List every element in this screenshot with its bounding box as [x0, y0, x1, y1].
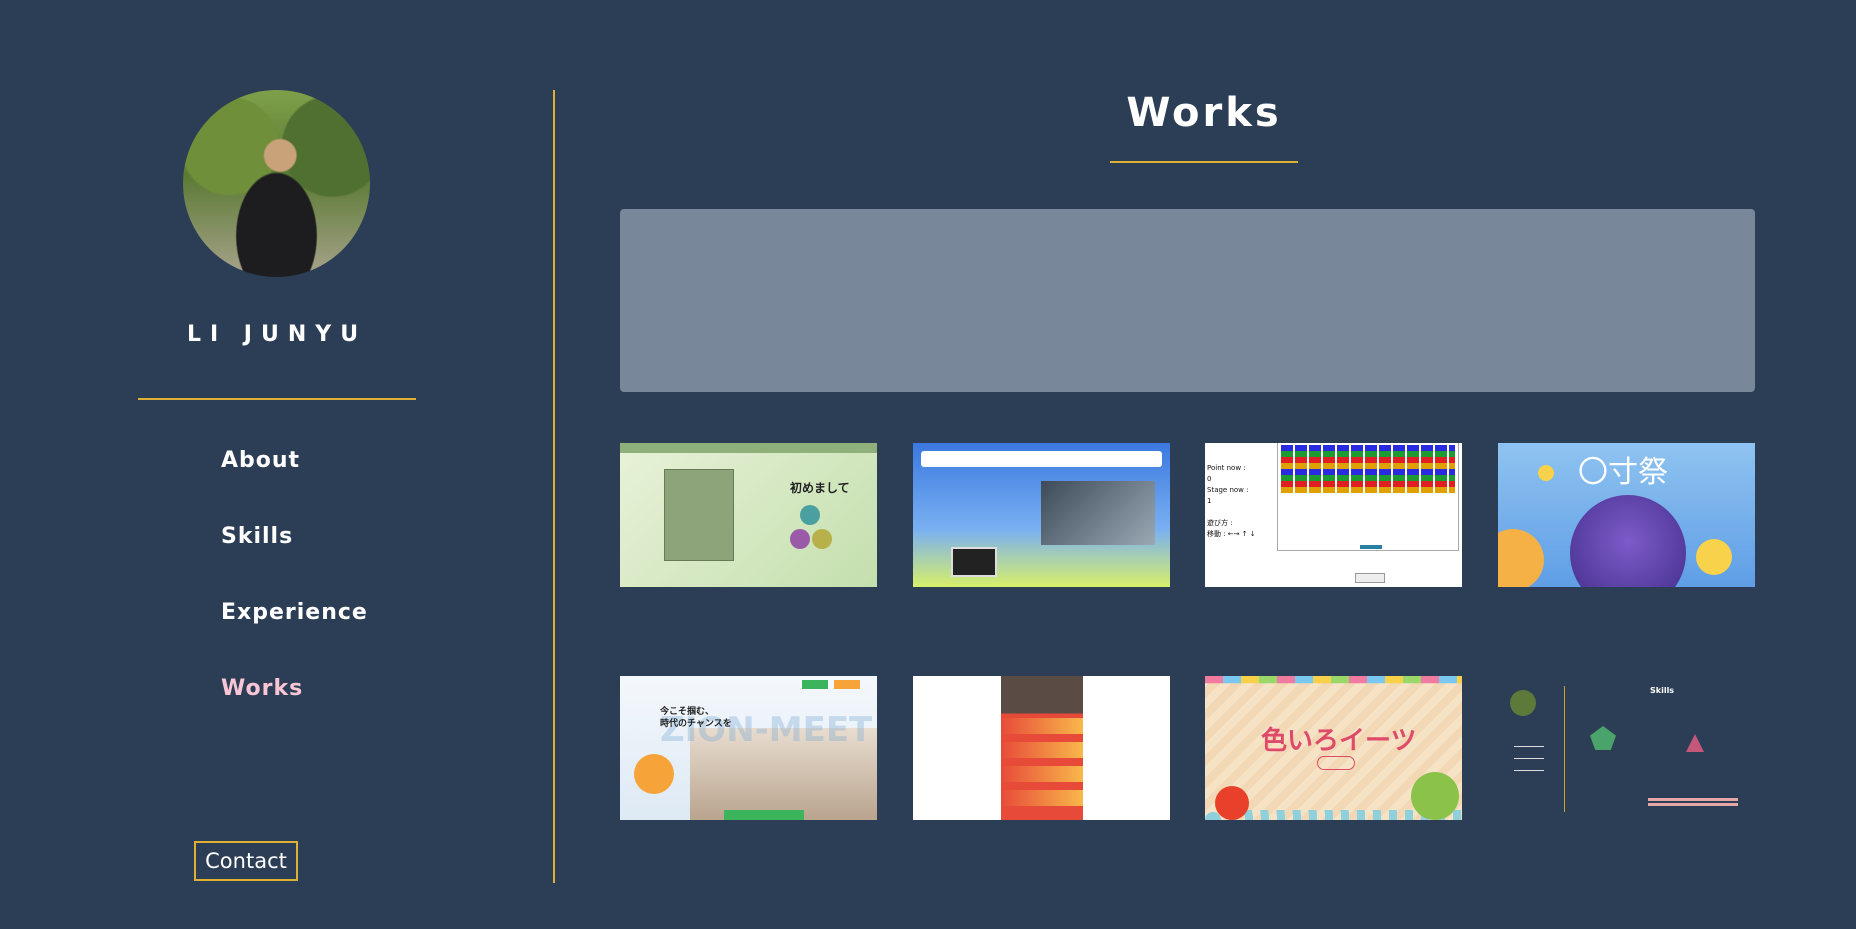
work-thumbnail-7[interactable]: 色いろイーツ	[1205, 676, 1462, 820]
mini-divider	[1564, 686, 1565, 812]
menu-stripe	[1001, 718, 1083, 734]
badge-circle	[634, 754, 674, 794]
circle-icon	[800, 505, 820, 525]
thumb-caption: 今こそ掴む、 時代のチャンスを	[660, 707, 732, 729]
sidebar-nav: About Skills Experience Works	[221, 448, 368, 752]
circle-icon	[790, 529, 810, 549]
nav-item-skills[interactable]: Skills	[221, 524, 368, 600]
game-start-button	[1355, 573, 1385, 583]
work-thumbnail-8[interactable]: Skills	[1498, 676, 1755, 820]
work-thumbnail-2[interactable]	[913, 443, 1170, 587]
thumb-header-bar	[620, 443, 877, 453]
game-bricks	[1281, 445, 1455, 493]
title-underline	[1110, 161, 1298, 163]
thumb-caption: 色いろイーツ	[1261, 726, 1417, 756]
thumb-header-bar	[921, 451, 1162, 467]
avatar	[1510, 690, 1536, 716]
thumb-caption: 初めまして	[790, 481, 850, 495]
planet-icon	[1538, 465, 1554, 481]
mini-nav	[1514, 746, 1544, 780]
skill-bars	[1648, 798, 1738, 806]
page-title: Works	[1126, 90, 1282, 136]
radar-chart-icon	[1590, 726, 1616, 750]
bunting-flags	[1205, 676, 1462, 684]
work-thumbnail-1[interactable]: 初めまして	[620, 443, 877, 587]
radar-chart-icon	[1686, 734, 1704, 752]
cabbage-icon	[1411, 772, 1459, 820]
start-button	[1317, 756, 1355, 770]
profile-name: LI JUNYU	[186, 322, 368, 347]
header-button	[802, 680, 828, 689]
tomato-icon	[1215, 786, 1249, 820]
name-divider	[138, 398, 416, 400]
thumb-caption: Skills	[1650, 686, 1675, 695]
work-thumbnail-5[interactable]: ZION-MEET 今こそ掴む、 時代のチャンスを	[620, 676, 877, 820]
sidebar-divider	[553, 90, 555, 883]
game-paddle	[1360, 545, 1382, 549]
profile-avatar	[183, 90, 370, 277]
thumb-caption: 〇寸祭	[1578, 455, 1668, 490]
meeting-photo	[1041, 481, 1155, 545]
profile-card-image	[664, 469, 734, 561]
work-thumbnail-3[interactable]: Point now : 0 Stage now : 1 遊び方 : 移動 : ←…	[1205, 443, 1462, 587]
menu-stripe	[1001, 766, 1083, 782]
cta-bar	[724, 810, 804, 820]
work-thumbnail-6[interactable]	[913, 676, 1170, 820]
sidebar: LI JUNYU About Skills Experience Works C…	[0, 0, 554, 929]
planet-icon	[1696, 539, 1732, 575]
planet-icon	[1570, 495, 1686, 587]
nav-item-works[interactable]: Works	[221, 676, 368, 752]
menu-stripe	[1001, 742, 1083, 758]
works-banner	[620, 209, 1755, 392]
nav-item-experience[interactable]: Experience	[221, 600, 368, 676]
work-thumbnail-4[interactable]: 〇寸祭	[1498, 443, 1755, 587]
header-button	[834, 680, 860, 689]
menu-stripe	[1001, 790, 1083, 806]
contact-button[interactable]: Contact	[194, 841, 298, 881]
laptop-image	[951, 547, 997, 577]
planet-icon	[1498, 529, 1544, 587]
circle-icon	[812, 529, 832, 549]
game-instructions: Point now : 0 Stage now : 1 遊び方 : 移動 : ←…	[1207, 464, 1256, 538]
nav-item-about[interactable]: About	[221, 448, 368, 524]
